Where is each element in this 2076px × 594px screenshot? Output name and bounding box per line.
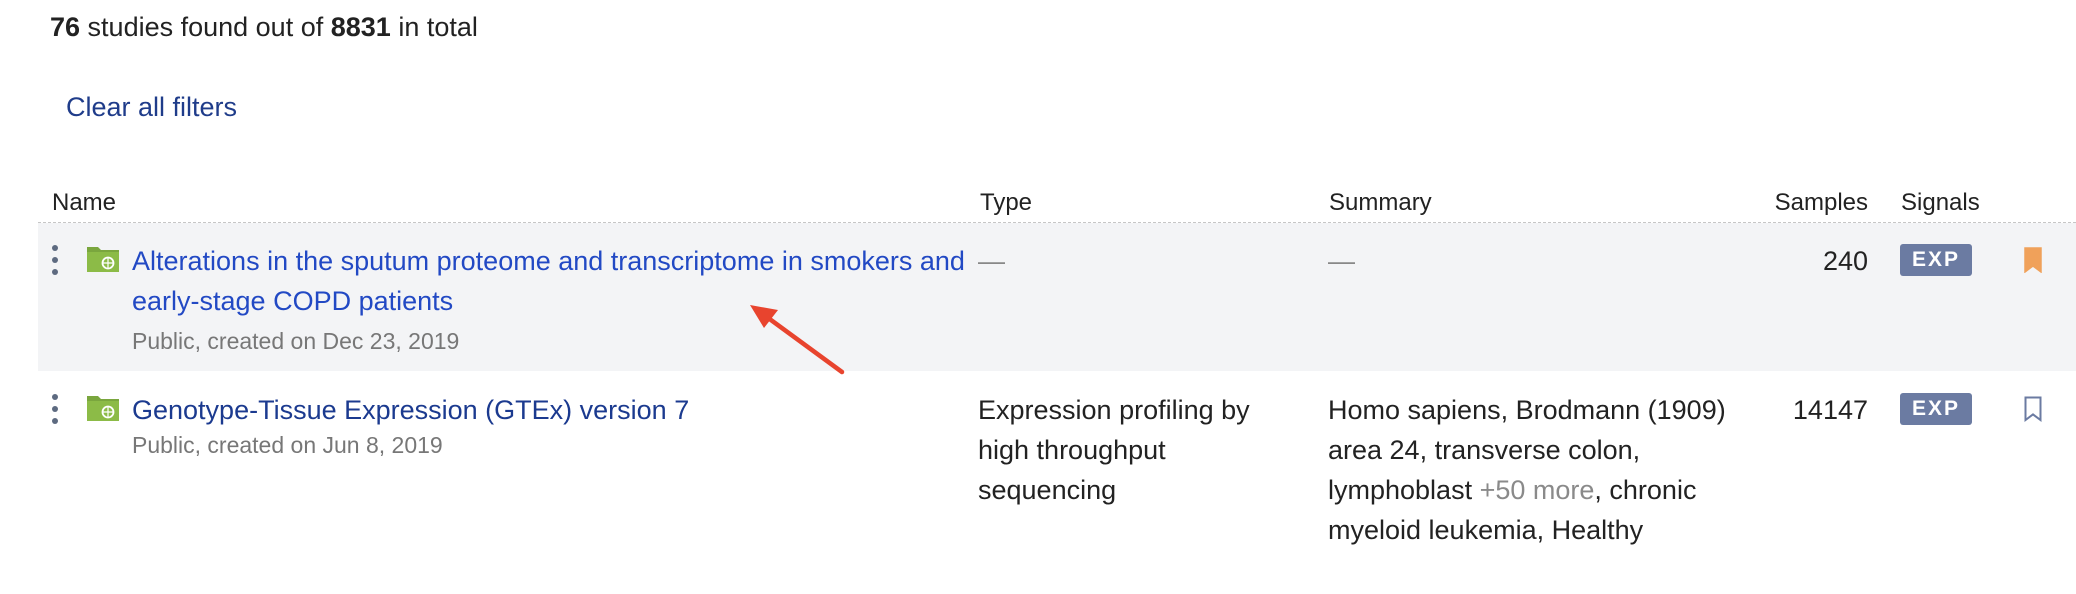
study-title-link[interactable]: Alterations in the sputum proteome and t… [132,241,992,321]
table-row: Alterations in the sputum proteome and t… [38,223,2076,371]
column-header-type[interactable]: Type [980,189,1032,217]
table-header: Name Type Summary Samples Signals [38,186,2076,223]
kebab-menu-icon[interactable] [48,394,62,426]
signal-badge-exp[interactable]: EXP [1900,393,1972,425]
results-text-1: studies found out of [80,12,331,42]
total-count: 8831 [330,12,391,42]
clear-all-filters-link[interactable]: Clear all filters [66,92,237,123]
column-header-name[interactable]: Name [52,189,116,217]
folder-icon [87,247,119,272]
study-type: Expression profiling by high throughput … [978,395,1250,505]
study-samples: 14147 [1792,395,1868,425]
kebab-menu-icon[interactable] [48,245,62,277]
study-summary: Homo sapiens, Brodmann (1909) area 24, t… [1328,390,1748,550]
study-samples: 240 [1822,246,1868,276]
study-title-link[interactable]: Genotype-Tissue Expression (GTEx) versio… [132,390,992,430]
study-meta: Public, created on Dec 23, 2019 [132,328,460,354]
table-row: Genotype-Tissue Expression (GTEx) versio… [38,372,2076,594]
study-type: — [978,246,1005,276]
column-header-signals[interactable]: Signals [1901,189,1980,217]
column-header-summary[interactable]: Summary [1329,189,1432,217]
found-count: 76 [50,12,81,42]
summary-more-link[interactable]: +50 more [1480,475,1595,505]
column-header-samples[interactable]: Samples [1775,189,1868,217]
bookmark-icon[interactable] [2024,396,2042,422]
study-summary: — [1328,246,1355,276]
signal-badge-exp[interactable]: EXP [1900,244,1972,276]
folder-icon [87,396,119,421]
results-text-2: in total [390,12,478,42]
results-count: 76 studies found out of 8831 in total [50,12,478,43]
arrow-icon [750,305,845,375]
bookmark-icon[interactable] [2024,247,2042,273]
study-meta: Public, created on Jun 8, 2019 [132,432,443,458]
